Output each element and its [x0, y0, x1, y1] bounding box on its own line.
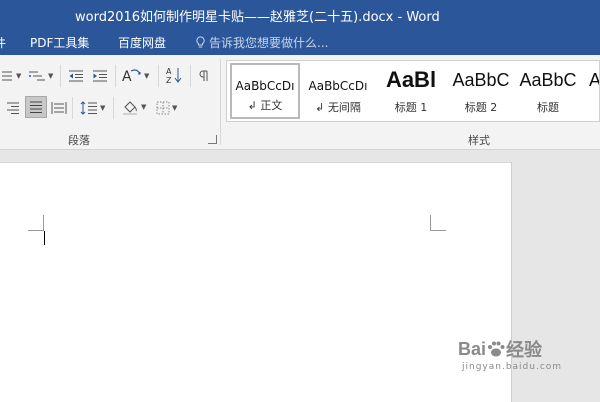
multilevel-list-button[interactable]: ▼ — [28, 65, 53, 87]
paragraph-dialog-launcher-icon[interactable] — [208, 135, 217, 144]
lightbulb-icon — [196, 36, 205, 48]
tell-me-text: 告诉我您想要做什么... — [209, 36, 329, 50]
increase-indent-icon — [93, 70, 107, 82]
chevron-down-icon: ▼ — [48, 72, 54, 80]
svg-text:A: A — [122, 69, 132, 84]
chevron-down-icon: ▼ — [141, 103, 147, 111]
bullet-list-icon — [2, 71, 12, 81]
paragraph-group-label: 段落 — [68, 134, 90, 147]
paw-logo-icon — [488, 341, 505, 357]
bullets-button[interactable]: ▼ — [0, 65, 21, 87]
margin-mark-top-left — [28, 215, 44, 231]
paint-bucket-icon — [123, 101, 137, 115]
paragraph-mark-icon — [199, 70, 208, 81]
group-separator — [220, 59, 221, 145]
align-right-icon — [7, 102, 19, 114]
separator — [72, 97, 73, 119]
baidu-jingyan-watermark: Bai 经验 jingyan.baidu.com — [458, 336, 563, 373]
justify-icon — [30, 101, 42, 113]
line-spacing-button[interactable]: ▼ — [80, 97, 105, 119]
style-normal[interactable]: AaBbCcDı ↲ 正文 — [230, 63, 300, 119]
style-title[interactable]: AaBbC 标题 — [516, 63, 580, 119]
style-heading-1[interactable]: AaBl 标题 1 — [376, 63, 446, 119]
chevron-down-icon: ▼ — [16, 72, 22, 80]
style-preview: AaBbCcDı — [235, 79, 295, 93]
style-preview: AaBbCcDı — [308, 79, 368, 93]
window-title: word2016如何制作明星卡贴——赵雅芝(二十五).docx - Word — [75, 10, 440, 25]
menu-baidu-netdisk-tab[interactable]: 百度网盘 — [118, 34, 166, 51]
chinese-layout-button[interactable]: A ▼ — [122, 65, 149, 87]
separator — [113, 97, 114, 119]
svg-text:A: A — [166, 67, 172, 76]
chevron-down-icon: ▼ — [172, 104, 178, 112]
style-preview: A — [589, 70, 600, 90]
style-preview: AaBl — [385, 67, 437, 92]
style-name: 标题 1 — [394, 101, 428, 114]
styles-group-label: 样式 — [468, 134, 490, 147]
ribbon: ▼ ▼ A ▼ AZ ▼ ▼ ▼ 段落 AaBbCcDı ↲ 正文 AaBbCc… — [0, 55, 600, 150]
title-bar: word2016如何制作明星卡贴——赵雅芝(二十五).docx - Word — [0, 0, 600, 30]
watermark-brand: Bai — [458, 338, 487, 359]
decrease-indent-icon — [69, 70, 83, 82]
increase-indent-button[interactable] — [92, 65, 108, 87]
watermark-url: jingyan.baidu.com — [462, 362, 563, 372]
style-name: 标题 — [537, 101, 559, 114]
tell-me-box[interactable]: 告诉我您想要做什么... — [195, 34, 328, 51]
chevron-down-icon: ▼ — [100, 104, 106, 112]
sort-button[interactable]: AZ — [165, 64, 183, 86]
style-preview: AaBbC — [452, 70, 510, 90]
distributed-button[interactable] — [51, 97, 67, 119]
separator — [60, 65, 61, 87]
style-subtitle[interactable]: A — [589, 63, 600, 119]
svg-text:Z: Z — [166, 76, 172, 84]
show-hide-marks-button[interactable] — [198, 65, 212, 87]
style-name: ↲ 正文 — [247, 99, 283, 112]
style-name: ↲ 无间隔 — [315, 101, 361, 114]
margin-mark-top-right — [430, 215, 446, 231]
watermark-brand-end: 经验 — [506, 340, 543, 360]
menu-pdf-tools-tab[interactable]: PDF工具集 — [30, 34, 89, 51]
line-spacing-icon — [80, 101, 97, 115]
sort-az-icon: AZ — [166, 67, 182, 84]
separator — [158, 65, 159, 87]
menu-bar: 件 PDF工具集 百度网盘 告诉我您想要做什么... — [0, 30, 600, 55]
chevron-down-icon: ▼ — [144, 72, 150, 80]
document-page[interactable] — [0, 162, 512, 402]
text-cursor — [44, 231, 45, 245]
style-name: 标题 2 — [464, 101, 498, 114]
styles-gallery: AaBbCcDı ↲ 正文 AaBbCcDı ↲ 无间隔 AaBl 标题 1 A… — [226, 60, 600, 122]
separator — [115, 65, 116, 87]
align-right-button[interactable] — [6, 97, 20, 119]
shading-button[interactable]: ▼ — [121, 96, 146, 118]
borders-button[interactable]: ▼ — [156, 97, 177, 119]
border-icon — [156, 101, 170, 115]
chinese-layout-icon: A — [122, 69, 141, 84]
multilevel-list-icon — [29, 71, 45, 81]
style-no-spacing[interactable]: AaBbCcDı ↲ 无间隔 — [303, 63, 373, 119]
menu-file-tab[interactable]: 件 — [0, 34, 6, 51]
style-preview: AaBbC — [519, 70, 577, 90]
justify-button[interactable] — [25, 96, 47, 118]
distributed-align-icon — [51, 102, 67, 114]
style-heading-2[interactable]: AaBbC 标题 2 — [449, 63, 513, 119]
decrease-indent-button[interactable] — [68, 65, 84, 87]
separator — [190, 65, 191, 87]
